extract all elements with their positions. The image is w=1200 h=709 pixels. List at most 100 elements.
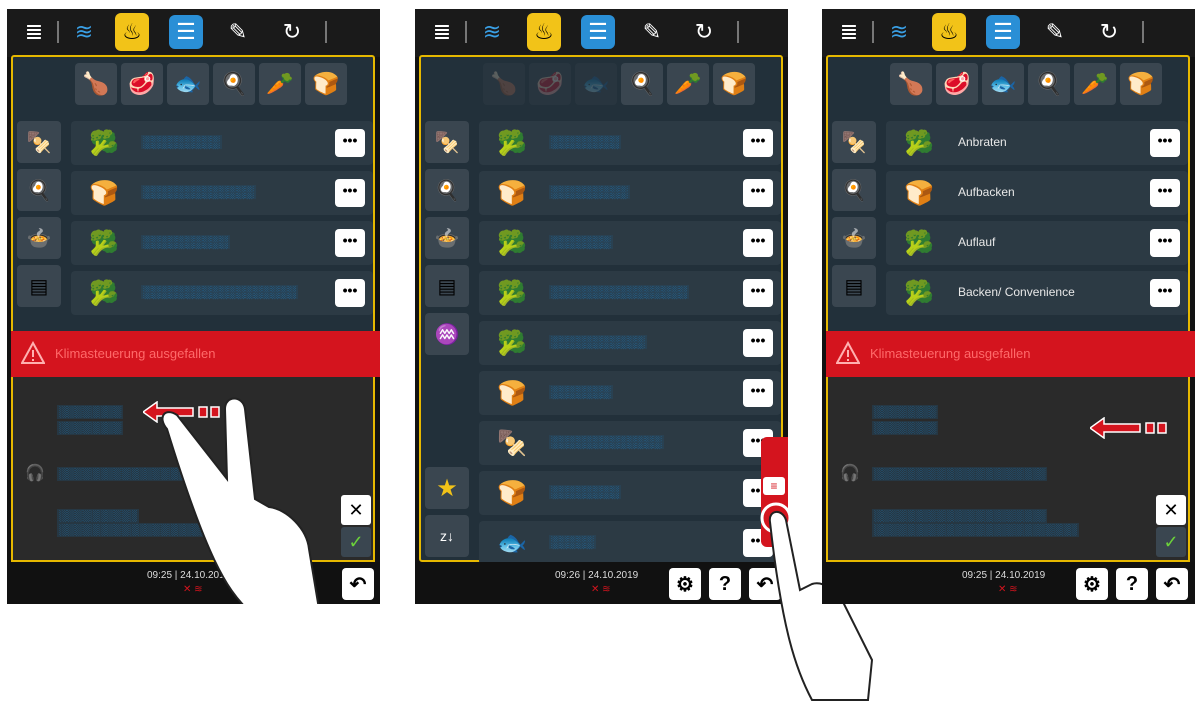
ecocare-icon[interactable]: ↻ (275, 15, 309, 49)
list-item[interactable]: 🥦 ░░░░░░░░░░░░░░░░░░ ••• (71, 271, 373, 315)
ecocare-icon[interactable]: ↻ (687, 15, 721, 49)
programs-icon[interactable]: ☰ (581, 15, 615, 49)
list-item[interactable]: 🐟 ░░░░░ ••• (479, 521, 781, 565)
more-options-button[interactable]: ••• (743, 379, 773, 407)
vegetables-icon: 🥦 (904, 230, 934, 257)
cooking-paths-icon[interactable]: ≋ (475, 15, 509, 49)
category-meat-icon[interactable]: 🥩 (936, 63, 978, 105)
category-fish-icon[interactable]: 🐟 (167, 63, 209, 105)
cooking-paths-icon[interactable]: ≋ (67, 15, 101, 49)
item-label: ░░░░░░░ (549, 385, 613, 399)
category-fish-icon[interactable]: 🐟 (575, 63, 617, 105)
edit-icon[interactable]: ✎ (221, 15, 255, 49)
catalog-icon[interactable]: ♨ (115, 13, 149, 51)
headset-icon: 🎧 (25, 465, 45, 482)
filter-pan-icon[interactable]: 🍳 (832, 169, 876, 211)
hamburger-menu-icon[interactable]: ≣ (17, 15, 51, 49)
catalog-icon[interactable]: ♨ (527, 13, 561, 51)
filter-pot-icon[interactable]: 🍲 (425, 217, 469, 259)
edit-icon[interactable]: ✎ (635, 15, 669, 49)
list-item[interactable]: 🍞 ░░░░░░░░░ ••• (479, 171, 781, 215)
help-icon[interactable]: ? (1116, 568, 1148, 600)
check-icon[interactable]: ✓ (1156, 527, 1186, 557)
back-icon[interactable]: ↶ (1156, 568, 1188, 600)
more-options-button[interactable]: ••• (1150, 229, 1180, 257)
category-poultry-icon[interactable]: 🍗 (890, 63, 932, 105)
list-item[interactable]: 🥦 Backen/ Convenience ••• (886, 271, 1188, 315)
sort-icon[interactable]: z↓ (425, 515, 469, 557)
category-vegetables-icon[interactable]: 🥕 (1074, 63, 1116, 105)
category-meat-icon[interactable]: 🥩 (529, 63, 571, 105)
vegetables-icon: 🥦 (497, 330, 527, 357)
more-options-button[interactable]: ••• (1150, 129, 1180, 157)
category-bakery-icon[interactable]: 🍞 (305, 63, 347, 105)
list-item[interactable]: 🥦 ░░░░░░░░░░░ ••• (479, 321, 781, 365)
list-item[interactable]: 🥦 ░░░░░░░░░ ••• (71, 121, 373, 165)
category-row: 🍗 🥩 🐟 🍳 🥕 🍞 (75, 63, 347, 107)
edit-icon[interactable]: ✎ (1038, 15, 1072, 49)
list-item[interactable]: 🥦 ░░░░░░░░░░░░░░░░ ••• (479, 271, 781, 315)
filter-tray-icon[interactable]: ▤ (17, 265, 61, 307)
category-egg-icon[interactable]: 🍳 (1028, 63, 1070, 105)
category-poultry-icon[interactable]: 🍗 (75, 63, 117, 105)
category-bakery-icon[interactable]: 🍞 (713, 63, 755, 105)
more-options-button[interactable]: ••• (335, 279, 365, 307)
alert-banner[interactable]: Klimasteuerung ausgefallen (11, 331, 380, 377)
filter-grill-icon[interactable]: 🍢 (425, 121, 469, 163)
more-options-button[interactable]: ••• (335, 179, 365, 207)
item-label: ░░░░░░░░░░ (141, 235, 231, 249)
category-fish-icon[interactable]: 🐟 (982, 63, 1024, 105)
list-item[interactable]: 🥦 ░░░░░░░ ••• (479, 221, 781, 265)
vegetables-icon: 🥦 (904, 280, 934, 307)
settings-icon[interactable]: ⚙ (1076, 568, 1108, 600)
list-item[interactable]: 🍢 ░░░░░░░░░░░░░ ••• (479, 421, 781, 465)
more-options-button[interactable]: ••• (335, 229, 365, 257)
more-options-button[interactable]: ••• (743, 129, 773, 157)
list-item[interactable]: 🥦 ░░░░░░░░ ••• (479, 121, 781, 165)
category-poultry-icon[interactable]: 🍗 (483, 63, 525, 105)
cooking-paths-icon[interactable]: ≋ (882, 15, 916, 49)
list-item[interactable]: 🥦 Anbraten ••• (886, 121, 1188, 165)
hamburger-menu-icon[interactable]: ≣ (425, 15, 459, 49)
ecocare-icon[interactable]: ↻ (1092, 15, 1126, 49)
catalog-icon[interactable]: ♨ (932, 13, 966, 51)
category-egg-icon[interactable]: 🍳 (213, 63, 255, 105)
category-bakery-icon[interactable]: 🍞 (1120, 63, 1162, 105)
filter-pot-icon[interactable]: 🍲 (832, 217, 876, 259)
more-options-button[interactable]: ••• (743, 179, 773, 207)
more-options-button[interactable]: ••• (1150, 279, 1180, 307)
more-options-button[interactable]: ••• (335, 129, 365, 157)
filter-tray-icon[interactable]: ▤ (425, 265, 469, 307)
filter-grill-icon[interactable]: 🍢 (832, 121, 876, 163)
list-item[interactable]: 🍞 Aufbacken ••• (886, 171, 1188, 215)
vegetables-icon: 🥦 (89, 230, 119, 257)
list-item[interactable]: 🥦 Auflauf ••• (886, 221, 1188, 265)
category-meat-icon[interactable]: 🥩 (121, 63, 163, 105)
filter-grate-icon[interactable]: ♒ (425, 313, 469, 355)
more-options-button[interactable]: ••• (743, 229, 773, 257)
category-egg-icon[interactable]: 🍳 (621, 63, 663, 105)
list-item[interactable]: 🥦 ░░░░░░░░░░ ••• (71, 221, 373, 265)
hamburger-menu-icon[interactable]: ≣ (832, 15, 866, 49)
more-options-button[interactable]: ••• (1150, 179, 1180, 207)
category-vegetables-icon[interactable]: 🥕 (259, 63, 301, 105)
help-icon[interactable]: ? (709, 568, 741, 600)
category-vegetables-icon[interactable]: 🥕 (667, 63, 709, 105)
favorite-star-icon[interactable]: ★ (425, 467, 469, 509)
programs-icon[interactable]: ☰ (169, 15, 203, 49)
filter-grill-icon[interactable]: 🍢 (17, 121, 61, 163)
headset-icon: 🎧 (840, 465, 860, 482)
service-tool-icon[interactable]: ✕ (1156, 495, 1186, 525)
more-options-button[interactable]: ••• (743, 279, 773, 307)
filter-pan-icon[interactable]: 🍳 (425, 169, 469, 211)
programs-icon[interactable]: ☰ (986, 15, 1020, 49)
alert-banner[interactable]: Klimasteuerung ausgefallen (826, 331, 1195, 377)
list-item[interactable]: 🍞 ░░░░░░░ ••• (479, 371, 781, 415)
settings-icon[interactable]: ⚙ (669, 568, 701, 600)
more-options-button[interactable]: ••• (743, 329, 773, 357)
filter-pot-icon[interactable]: 🍲 (17, 217, 61, 259)
list-item[interactable]: 🍞 ░░░░░░░░ ••• (479, 471, 781, 515)
filter-tray-icon[interactable]: ▤ (832, 265, 876, 307)
filter-pan-icon[interactable]: 🍳 (17, 169, 61, 211)
list-item[interactable]: 🍞 ░░░░░░░░░░░░░ ••• (71, 171, 373, 215)
